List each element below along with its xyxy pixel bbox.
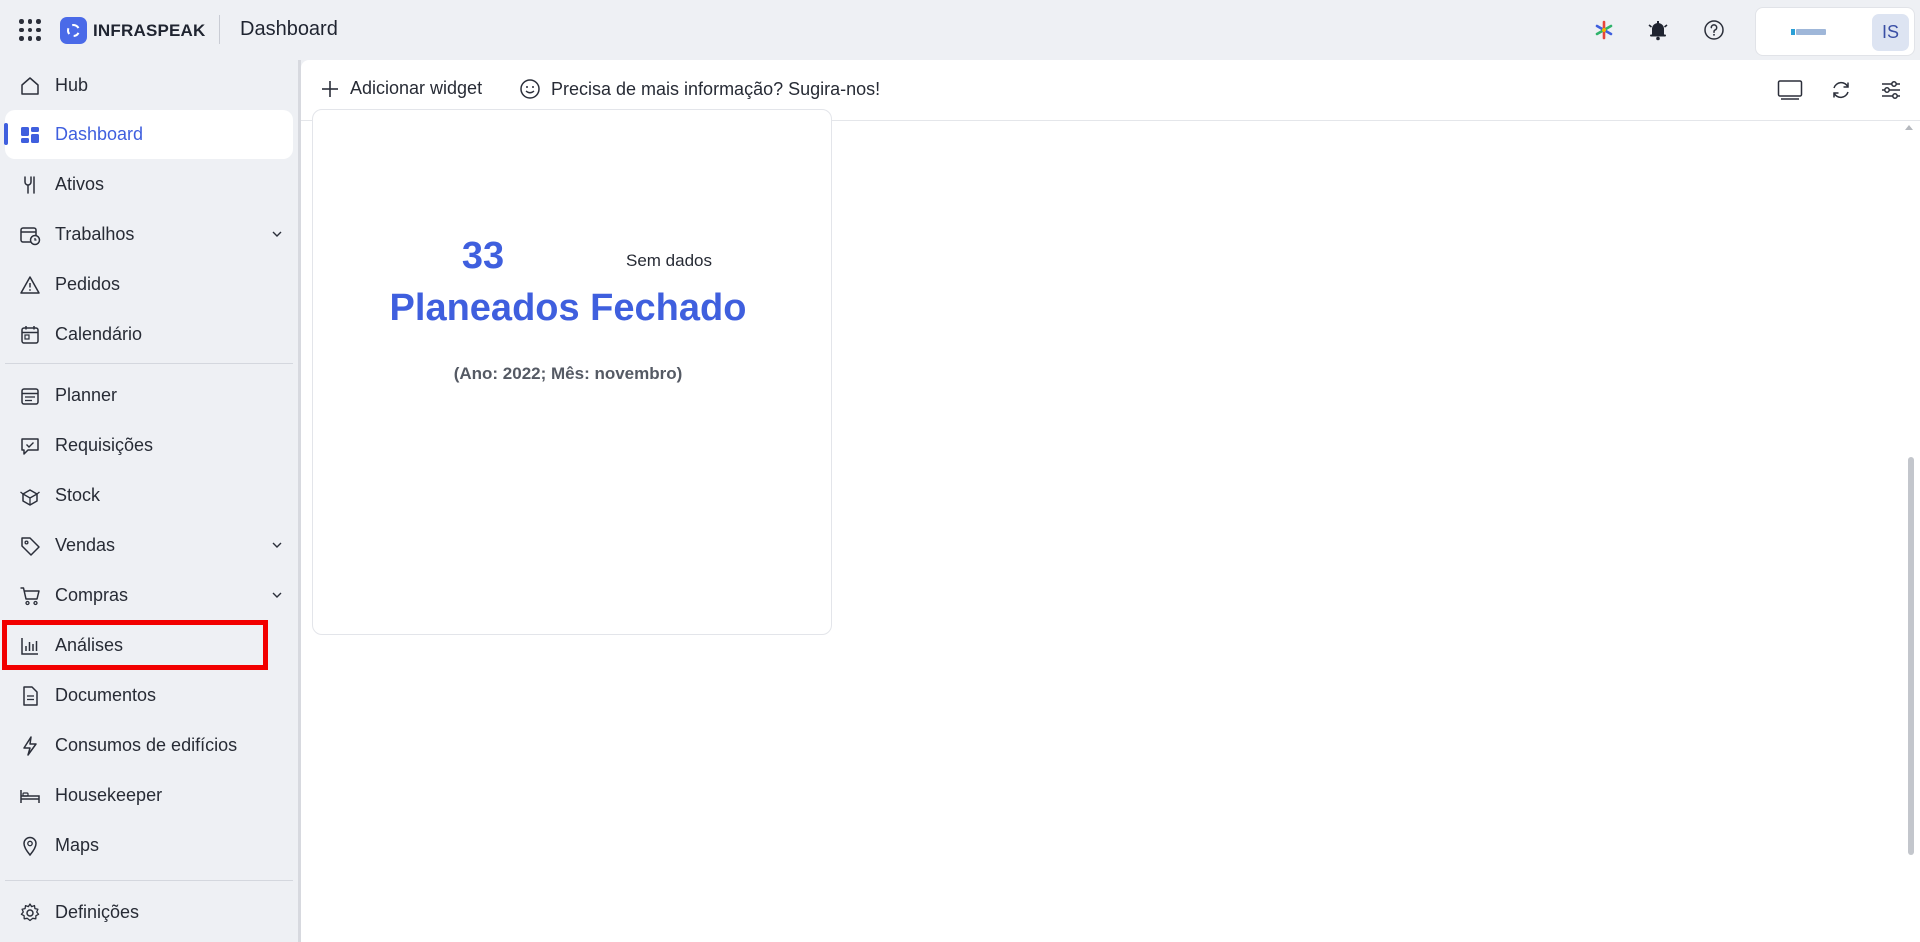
chevron-down-icon[interactable] [271, 539, 283, 551]
sidebar-item-label: Compras [55, 585, 129, 605]
lightning-icon [23, 736, 37, 756]
dashboard-canvas: 33 Sem dados Planeados Fechado (Ano: 202… [301, 109, 1920, 942]
infraspeak-logo-icon [60, 17, 87, 44]
sidebar-item-label: Consumos de edifícios [55, 735, 238, 755]
sidebar-item-trabalhos[interactable]: Trabalhos [5, 210, 293, 259]
plus-icon [322, 80, 338, 97]
tag-icon [21, 537, 40, 556]
main-panel: Adicionar widget Precisa de mais informa… [301, 60, 1920, 942]
help-icon[interactable] [1701, 17, 1727, 43]
sidebar-item-label: Housekeeper [55, 785, 163, 805]
page-title: Dashboard [240, 18, 338, 40]
bed-icon [20, 790, 40, 803]
add-widget-label: Adicionar widget [350, 78, 483, 98]
sidebar-divider [5, 363, 293, 364]
sidebar-item-label: Stock [55, 485, 101, 505]
sidebar-item-vendas[interactable]: Vendas [5, 521, 293, 570]
company-logo [1791, 29, 1826, 35]
chevron-down-icon[interactable] [271, 589, 283, 601]
sparkle-icon[interactable] [1591, 17, 1617, 43]
sidebar-item-ativos[interactable]: Ativos [5, 160, 293, 209]
cart-icon [20, 587, 40, 606]
sidebar-divider [5, 880, 293, 881]
chevron-down-icon[interactable] [271, 228, 283, 240]
add-widget-button[interactable]: Adicionar widget [320, 78, 482, 99]
apps-grid-icon[interactable] [19, 19, 41, 41]
planner-icon [21, 388, 39, 405]
sidebar-item-documentos[interactable]: Documentos [5, 671, 293, 720]
sidebar-item-planner[interactable]: Planner [5, 371, 293, 420]
kpi-value: 33 [461, 235, 505, 277]
header-divider [219, 15, 220, 44]
top-bar: INFRASPEAK Dashboard IS [0, 0, 1920, 60]
sliders-icon[interactable] [1878, 77, 1904, 103]
sidebar-item-maps[interactable]: Maps [5, 821, 293, 870]
sidebar-item-compras[interactable]: Compras [5, 571, 293, 620]
sidebar-item-label: Documentos [55, 685, 157, 705]
smiley-icon [520, 79, 540, 99]
home-icon [21, 77, 39, 95]
sidebar-item-housekeeper[interactable]: Housekeeper [5, 771, 293, 820]
sidebar-item-label: Hub [55, 75, 89, 95]
sidebar-item-label: Maps [55, 835, 100, 855]
monitor-icon[interactable] [1777, 77, 1803, 103]
map-pin-icon [23, 836, 37, 857]
dashboard-icon [21, 127, 39, 143]
sidebar-item-label: Calendário [55, 324, 143, 344]
sidebar-item-label: Vendas [55, 535, 116, 555]
asset-icon [24, 176, 35, 194]
sidebar-item-label: Ativos [55, 174, 105, 194]
document-icon [23, 686, 38, 706]
chat-check-icon [21, 438, 39, 455]
sidebar-item-label: Pedidos [55, 274, 121, 294]
sidebar-item-label: Requisições [55, 435, 154, 455]
kpi-widget[interactable]: 33 Sem dados Planeados Fechado (Ano: 202… [312, 109, 832, 635]
sidebar-item-hub[interactable]: Hub [5, 61, 293, 110]
feedback-button[interactable]: Precisa de mais informação? Sugira-nos! [519, 78, 880, 100]
sidebar-item-label: Planner [55, 385, 118, 405]
scrollbar[interactable] [1908, 130, 1914, 935]
feedback-label: Precisa de mais informação? Sugira-nos! [551, 78, 881, 99]
calendar-clock-icon [20, 227, 41, 246]
sidebar-item-label: Definições [55, 902, 140, 922]
calendar-icon [21, 326, 39, 344]
bell-icon[interactable] [1645, 17, 1671, 43]
account-switcher[interactable]: IS [1755, 7, 1915, 56]
avatar[interactable]: IS [1872, 14, 1909, 51]
box-icon [20, 489, 40, 506]
kpi-no-data: Sem dados [626, 251, 712, 270]
scrollbar-thumb[interactable] [1908, 457, 1914, 855]
sidebar-item-definicoes[interactable]: Definições [5, 888, 293, 937]
highlight-box [2, 620, 268, 670]
refresh-icon[interactable] [1828, 77, 1854, 103]
gear-icon [20, 903, 40, 922]
sidebar-item-calendario[interactable]: Calendário [5, 310, 293, 359]
brand-logo[interactable]: INFRASPEAK [60, 17, 206, 44]
warning-icon [20, 276, 40, 294]
sidebar: Hub Dashboard Ativos Trabalhos Pedidos C… [0, 60, 299, 942]
active-indicator [4, 123, 8, 145]
sidebar-item-stock[interactable]: Stock [5, 471, 293, 520]
sidebar-item-requisicoes[interactable]: Requisições [5, 421, 293, 470]
sidebar-item-dashboard[interactable]: Dashboard [4, 110, 293, 159]
sidebar-item-consumos[interactable]: Consumos de edifícios [5, 721, 293, 770]
sidebar-item-pedidos[interactable]: Pedidos [5, 260, 293, 309]
sidebar-item-label: Trabalhos [55, 224, 135, 244]
sidebar-item-label: Dashboard [55, 124, 144, 144]
kpi-period: (Ano: 2022; Mês: novembro) [453, 364, 683, 383]
kpi-label: Planeados Fechado [389, 287, 747, 329]
brand-name: INFRASPEAK [93, 20, 206, 40]
